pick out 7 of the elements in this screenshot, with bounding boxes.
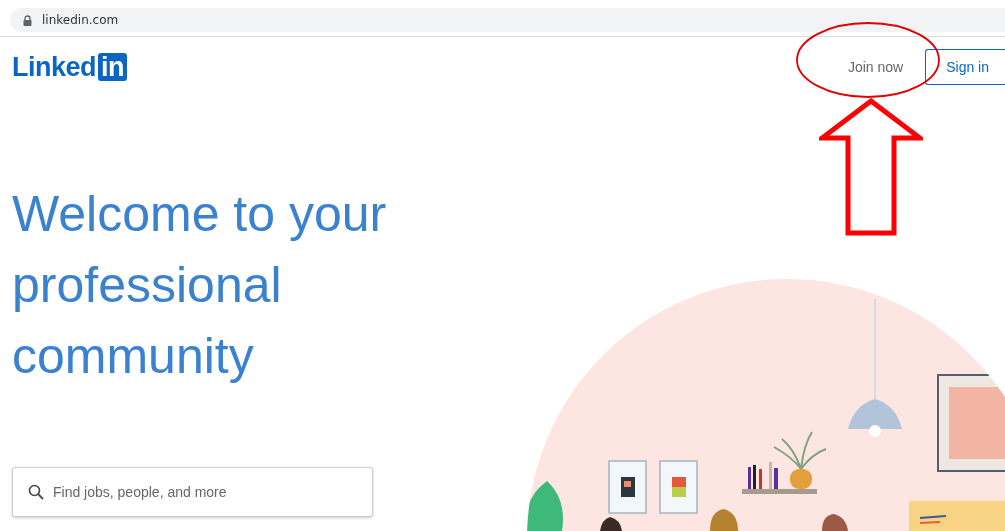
linkedin-logo[interactable]: Linked in — [12, 51, 127, 83]
lock-icon — [23, 14, 32, 26]
search-field[interactable]: Find jobs, people, and more — [12, 467, 373, 517]
url-text: linkedin.com — [42, 13, 119, 27]
headline: Welcome to your professional community — [12, 185, 388, 386]
address-bar[interactable]: linkedin.com — [10, 8, 1005, 32]
sign-in-button[interactable]: Sign in — [925, 49, 1005, 85]
